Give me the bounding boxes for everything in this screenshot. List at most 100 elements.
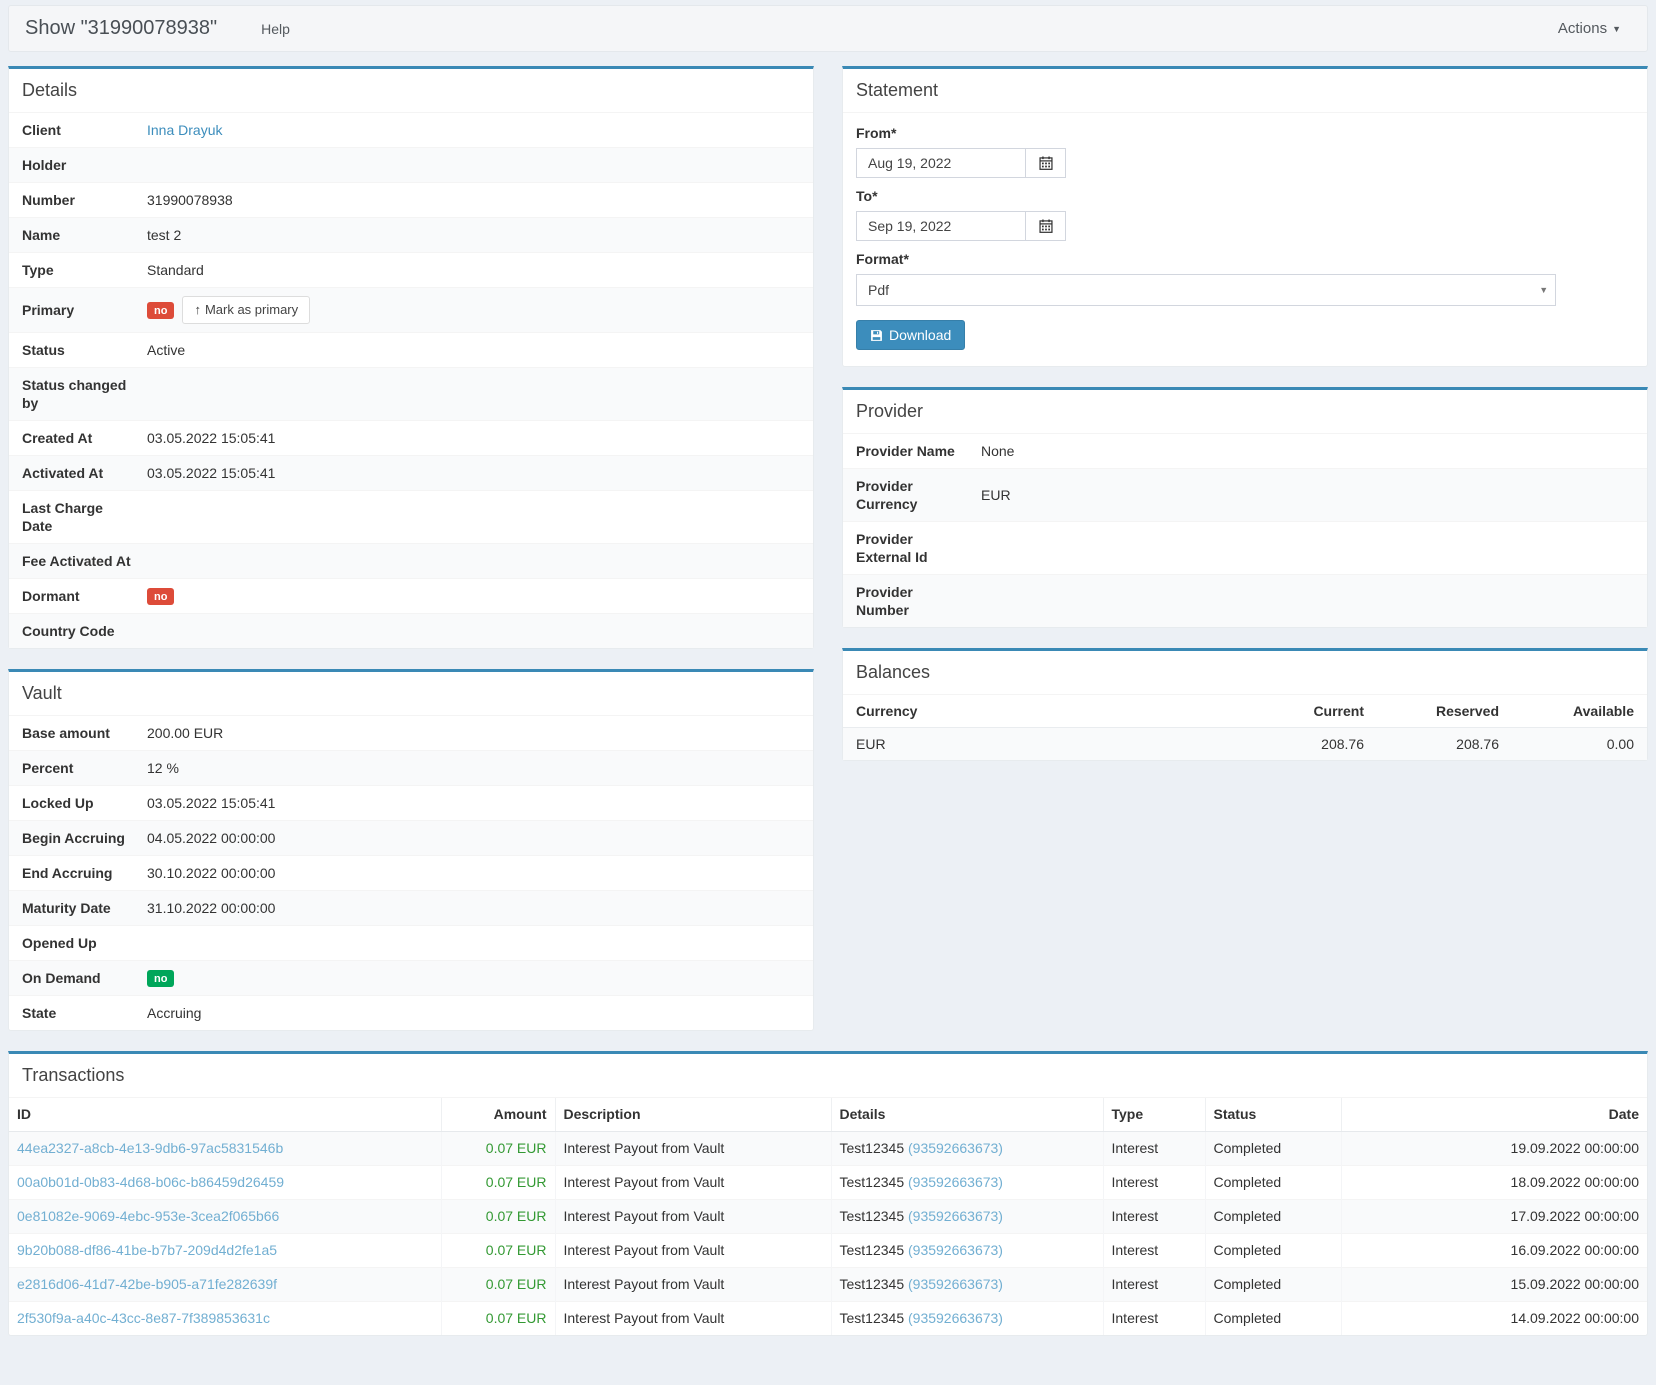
transactions-panel: Transactions ID Amount Description Detai… — [8, 1051, 1648, 1336]
balances-header-row: Currency Current Reserved Available — [843, 695, 1647, 728]
actions-dropdown-button[interactable]: Actions▼ — [1548, 14, 1631, 43]
balances-panel: Balances Currency Current Reserved Avail… — [842, 648, 1648, 761]
client-link[interactable]: Inna Drayuk — [147, 122, 222, 139]
attr-row: Maturity Date31.10.2022 00:00:00 — [9, 890, 813, 925]
transaction-description-cell: Interest Payout from Vault — [555, 1234, 831, 1268]
attr-label: Number — [22, 191, 147, 209]
attr-value: None — [981, 443, 1634, 460]
transaction-description-cell: Interest Payout from Vault — [555, 1302, 831, 1336]
transaction-details-link[interactable]: (93592663673) — [908, 1310, 1003, 1326]
page: Show "31990078938" Help Actions▼ Details… — [0, 0, 1656, 1361]
transaction-id-link[interactable]: 44ea2327-a8cb-4e13-9db6-97ac5831546b — [17, 1140, 283, 1156]
attr-value: test 2 — [147, 227, 800, 244]
transaction-row: e2816d06-41d7-42be-b905-a71fe282639f0.07… — [9, 1268, 1647, 1302]
attr-value: no — [147, 970, 800, 987]
attr-value: 03.05.2022 15:05:41 — [147, 430, 800, 447]
attr-label: Status — [22, 341, 147, 359]
attr-row: Fee Activated At — [9, 543, 813, 578]
from-calendar-button[interactable] — [1026, 148, 1066, 178]
balances-col-reserved: Reserved — [1377, 695, 1512, 728]
details-panel-title: Details — [9, 69, 813, 113]
transaction-id-link[interactable]: 0e81082e-9069-4ebc-953e-3cea2f065b66 — [17, 1208, 279, 1224]
provider-panel-title: Provider — [843, 390, 1647, 434]
transaction-date-cell: 17.09.2022 00:00:00 — [1341, 1200, 1647, 1234]
attr-value: Inna Drayuk — [147, 122, 800, 139]
download-button[interactable]: Download — [856, 320, 965, 350]
help-link[interactable]: Help — [261, 21, 290, 37]
transaction-id-link[interactable]: 2f530f9a-a40c-43cc-8e87-7f389853631c — [17, 1310, 270, 1326]
transaction-id-cell: 44ea2327-a8cb-4e13-9db6-97ac5831546b — [9, 1132, 441, 1166]
to-label: To* — [856, 188, 1634, 204]
attr-row: Number31990078938 — [9, 182, 813, 217]
tx-col-description: Description — [555, 1098, 831, 1132]
from-input-group — [856, 148, 1078, 178]
transaction-status-cell: Completed — [1205, 1166, 1341, 1200]
arrow-up-icon: ↑ — [194, 302, 201, 317]
to-date-input[interactable] — [856, 211, 1026, 241]
attr-row: Dormantno — [9, 578, 813, 613]
attr-label: Dormant — [22, 587, 147, 605]
attr-row: ClientInna Drayuk — [9, 113, 813, 147]
transaction-date-cell: 18.09.2022 00:00:00 — [1341, 1166, 1647, 1200]
attr-row: Provider External Id — [843, 521, 1647, 574]
mark-as-primary-button[interactable]: ↑Mark as primary — [182, 296, 310, 324]
status-badge: no — [147, 970, 174, 987]
attr-value: 03.05.2022 15:05:41 — [147, 465, 800, 482]
transaction-details-cell: Test12345 (93592663673) — [831, 1200, 1103, 1234]
status-badge: no — [147, 302, 174, 319]
attr-value: 03.05.2022 15:05:41 — [147, 795, 800, 812]
vault-rows: Base amount200.00 EURPercent12 %Locked U… — [9, 716, 813, 1030]
attr-value: no ↑Mark as primary — [147, 296, 800, 324]
attr-label: Holder — [22, 156, 147, 174]
attr-value: Active — [147, 342, 800, 359]
to-calendar-button[interactable] — [1026, 211, 1066, 241]
transaction-details-link[interactable]: (93592663673) — [908, 1208, 1003, 1224]
transaction-status-cell: Completed — [1205, 1302, 1341, 1336]
transaction-date-cell: 14.09.2022 00:00:00 — [1341, 1302, 1647, 1336]
transaction-details-link[interactable]: (93592663673) — [908, 1174, 1003, 1190]
transaction-status-cell: Completed — [1205, 1268, 1341, 1302]
from-date-input[interactable] — [856, 148, 1026, 178]
transaction-row: 2f530f9a-a40c-43cc-8e87-7f389853631c0.07… — [9, 1302, 1647, 1336]
attr-label: Opened Up — [22, 934, 147, 952]
transaction-id-link[interactable]: e2816d06-41d7-42be-b905-a71fe282639f — [17, 1276, 277, 1292]
transaction-row: 44ea2327-a8cb-4e13-9db6-97ac5831546b0.07… — [9, 1132, 1647, 1166]
attr-label: Provider External Id — [856, 530, 981, 566]
transactions-table: ID Amount Description Details Type Statu… — [9, 1098, 1647, 1335]
attr-value: EUR — [981, 487, 1634, 504]
caret-down-icon: ▼ — [1612, 24, 1621, 34]
format-select[interactable]: Pdf — [856, 274, 1556, 306]
transaction-id-link[interactable]: 00a0b01d-0b83-4d68-b06c-b86459d26459 — [17, 1174, 284, 1190]
attr-label: Begin Accruing — [22, 829, 147, 847]
attr-row: End Accruing30.10.2022 00:00:00 — [9, 855, 813, 890]
attr-label: Locked Up — [22, 794, 147, 812]
transaction-type-cell: Interest — [1103, 1302, 1205, 1336]
tx-col-date: Date — [1341, 1098, 1647, 1132]
tx-col-status: Status — [1205, 1098, 1341, 1132]
attr-row: Locked Up03.05.2022 15:05:41 — [9, 785, 813, 820]
attr-row: Percent12 % — [9, 750, 813, 785]
transaction-details-cell: Test12345 (93592663673) — [831, 1166, 1103, 1200]
attr-row: Provider CurrencyEUR — [843, 468, 1647, 521]
to-input-group — [856, 211, 1078, 241]
attr-label: Provider Number — [856, 583, 981, 619]
transaction-details-link[interactable]: (93592663673) — [908, 1242, 1003, 1258]
content-columns: Details ClientInna Drayuk Holder Number319… — [8, 66, 1648, 1051]
attr-label: Activated At — [22, 464, 147, 482]
attr-label: Created At — [22, 429, 147, 447]
attr-value: Accruing — [147, 1005, 800, 1022]
status-badge: no — [147, 588, 174, 605]
transaction-id-link[interactable]: 9b20b088-df86-41be-b7b7-209d4d2fe1a5 — [17, 1242, 277, 1258]
statement-panel: Statement From* — [842, 66, 1648, 367]
attr-label: Status changed by — [22, 376, 147, 412]
transaction-type-cell: Interest — [1103, 1166, 1205, 1200]
transaction-id-cell: 2f530f9a-a40c-43cc-8e87-7f389853631c — [9, 1302, 441, 1336]
transaction-details-link[interactable]: (93592663673) — [908, 1140, 1003, 1156]
transaction-details-link[interactable]: (93592663673) — [908, 1276, 1003, 1292]
format-select-wrap: Pdf ▼ — [856, 274, 1556, 306]
attr-row: Activated At03.05.2022 15:05:41 — [9, 455, 813, 490]
attr-row: Holder — [9, 147, 813, 182]
attr-label: Type — [22, 261, 147, 279]
transaction-id-cell: 00a0b01d-0b83-4d68-b06c-b86459d26459 — [9, 1166, 441, 1200]
tx-col-amount: Amount — [441, 1098, 555, 1132]
